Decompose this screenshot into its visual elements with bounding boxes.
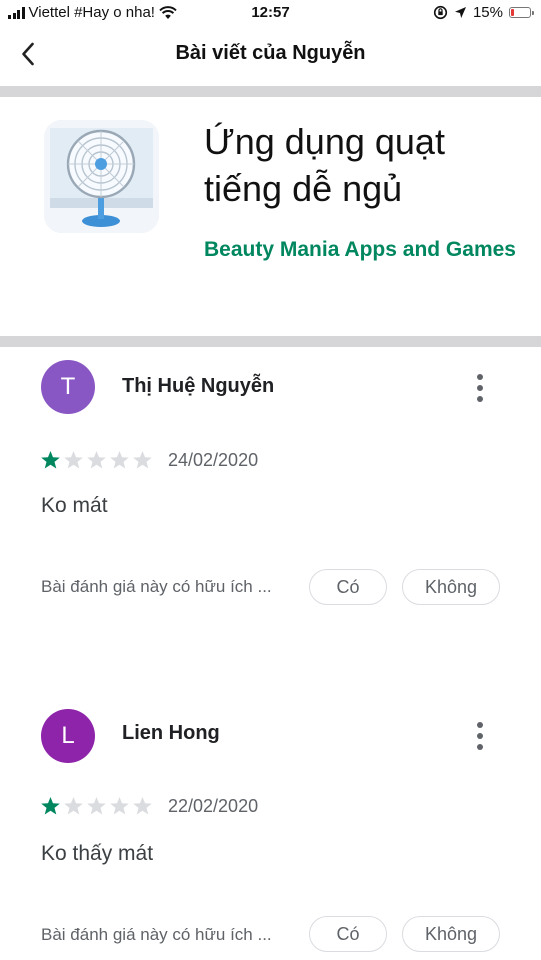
battery-percent: 15% xyxy=(472,4,503,21)
dot-icon xyxy=(477,744,483,750)
more-options-button[interactable] xyxy=(466,718,494,754)
review-text: Ko mát xyxy=(41,494,108,517)
star-empty-icon xyxy=(64,451,83,469)
review-date: 22/02/2020 xyxy=(168,796,259,816)
status-right: 15% xyxy=(433,4,534,21)
star-empty-icon xyxy=(110,451,129,469)
star-filled-icon xyxy=(41,797,60,815)
dot-icon xyxy=(477,385,483,391)
reviewer-name: Lien Hong xyxy=(122,722,220,744)
status-left: Viettel #Hay o nha! xyxy=(8,4,177,21)
app-icon[interactable] xyxy=(44,120,159,233)
battery-level-fill xyxy=(511,9,514,16)
helpful-no-button[interactable]: Không xyxy=(402,569,500,605)
dot-icon xyxy=(477,396,483,402)
review-text: Ko thấy mát xyxy=(41,842,154,865)
star-rating xyxy=(40,450,153,470)
helpful-prompt: Bài đánh giá này có hữu ích ... xyxy=(41,577,272,596)
location-arrow-icon xyxy=(454,7,466,18)
more-options-button[interactable] xyxy=(466,370,494,406)
divider-top xyxy=(0,86,541,97)
reviewer-name: Thị Huệ Nguyễn xyxy=(122,375,275,397)
avatar: T xyxy=(41,360,95,414)
review-date: 24/02/2020 xyxy=(168,450,259,470)
helpful-yes-button[interactable]: Có xyxy=(309,569,387,605)
star-rating xyxy=(40,796,153,816)
back-button[interactable] xyxy=(12,38,44,70)
battery-icon xyxy=(509,7,534,18)
star-empty-icon xyxy=(64,797,83,815)
dot-icon xyxy=(477,722,483,728)
dot-icon xyxy=(477,733,483,739)
orientation-lock-icon xyxy=(433,5,448,20)
helpful-no-button[interactable]: Không xyxy=(402,916,500,952)
star-filled-icon xyxy=(41,451,60,469)
star-empty-icon xyxy=(87,451,106,469)
page-title: Bài viết của Nguyễn xyxy=(175,42,366,64)
helpful-prompt: Bài đánh giá này có hữu ích ... xyxy=(41,925,272,944)
star-empty-icon xyxy=(87,797,106,815)
chevron-left-icon xyxy=(22,42,34,66)
divider-reviews xyxy=(0,336,541,347)
star-empty-icon xyxy=(110,797,129,815)
dot-icon xyxy=(477,374,483,380)
nav-bar: Bài viết của Nguyễn xyxy=(0,26,541,82)
app-title: Ứng dụng quạt tiếng dễ ngủ xyxy=(204,121,445,209)
status-bar: Viettel #Hay o nha! 12:57 15% xyxy=(0,0,541,26)
avatar: L xyxy=(41,709,95,763)
helpful-yes-button[interactable]: Có xyxy=(309,916,387,952)
fan-icon xyxy=(44,120,159,233)
star-empty-icon xyxy=(133,451,152,469)
wifi-icon xyxy=(159,5,177,19)
app-developer-link[interactable]: Beauty Mania Apps and Games xyxy=(204,232,524,267)
signal-icon xyxy=(8,6,25,19)
star-empty-icon xyxy=(133,797,152,815)
carrier-label: Viettel #Hay o nha! xyxy=(28,4,155,21)
